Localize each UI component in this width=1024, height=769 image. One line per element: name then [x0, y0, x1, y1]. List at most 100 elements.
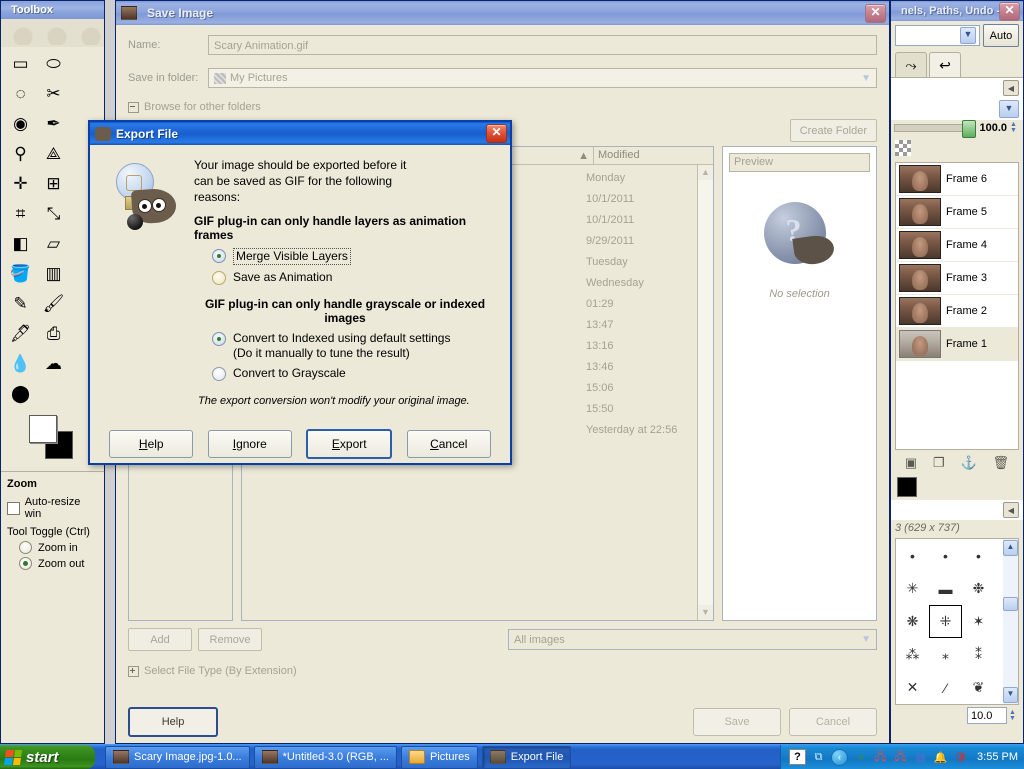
move-icon[interactable]: ✛: [4, 169, 37, 199]
measure-icon[interactable]: ⟁: [37, 139, 70, 169]
convert-to-grayscale-option[interactable]: Convert to Grayscale: [212, 366, 496, 381]
layer-row[interactable]: Frame 3: [896, 262, 1018, 295]
pencil-icon[interactable]: ✎: [4, 289, 37, 319]
brush-cell[interactable]: ❦: [962, 671, 995, 704]
blur-icon[interactable]: 💧: [4, 349, 37, 379]
ellipse-select-icon[interactable]: ⬭: [37, 49, 70, 79]
start-button[interactable]: start: [0, 745, 95, 769]
scroll-down-icon[interactable]: ▼: [698, 605, 713, 620]
security-alert-icon[interactable]: 🔔: [933, 750, 948, 764]
updates-icon[interactable]: ⧉: [811, 750, 826, 764]
chevron-left-icon[interactable]: ‹: [831, 748, 849, 766]
export-ignore-button[interactable]: Ignore: [207, 430, 292, 458]
export-export-button[interactable]: Export: [306, 429, 393, 459]
slider-knob[interactable]: [962, 120, 977, 138]
color-picker-icon[interactable]: ⚲: [4, 139, 37, 169]
brush-cell[interactable]: ❉: [962, 572, 995, 605]
foreground-color-swatch[interactable]: [29, 415, 57, 443]
file-list-scrollbar[interactable]: ▲ ▼: [697, 165, 713, 620]
brushes-scrollbar[interactable]: ▲ ▼: [1003, 539, 1018, 704]
brush-color-swatch[interactable]: [897, 477, 917, 497]
scroll-track[interactable]: [698, 180, 713, 605]
crop-icon[interactable]: ⌗: [4, 199, 37, 229]
brush-cell[interactable]: ⁜: [929, 605, 962, 638]
brushes-grid[interactable]: • • • ✳ ▬ ❉ ❋ ⁜ ✶ ⁂ ⁎ ⁑ ✕ ⁄ ❦: [896, 539, 1003, 704]
help-icon[interactable]: ?: [789, 749, 807, 765]
delete-layer-icon[interactable]: 🗑: [993, 455, 1010, 471]
network-icon[interactable]: 🖧: [873, 750, 888, 764]
taskbar-task-button[interactable]: *Untitled-3.0 (RGB, ...: [253, 745, 397, 769]
brush-cell[interactable]: ✕: [896, 671, 929, 704]
opacity-spinner[interactable]: ▲ ▼: [1010, 121, 1020, 134]
anchor-layer-icon[interactable]: ⚓: [961, 455, 977, 471]
scroll-up-icon[interactable]: ▲: [698, 165, 713, 180]
folder-combobox[interactable]: My Pictures ▼: [208, 68, 877, 88]
export-help-button[interactable]: Help: [109, 430, 194, 458]
brush-cell[interactable]: ⁎: [929, 638, 962, 671]
brush-cell[interactable]: ✶: [962, 605, 995, 638]
brush-size-spinner[interactable]: ▲ ▼: [1009, 709, 1019, 722]
convert-to-indexed-radio[interactable]: [212, 332, 226, 346]
export-dialog-close-button[interactable]: ✕: [486, 124, 507, 143]
brush-cell[interactable]: ✳: [896, 572, 929, 605]
taskbar-task-button[interactable]: Pictures: [400, 745, 478, 769]
scroll-down-icon[interactable]: ▼: [1003, 687, 1018, 703]
rotate-icon[interactable]: ⤡: [37, 199, 70, 229]
auto-resize-row[interactable]: Auto-resize win: [7, 496, 98, 520]
select-file-type-expander[interactable]: Select File Type (By Extension): [128, 665, 877, 677]
brush-cell[interactable]: ⁄: [929, 671, 962, 704]
zoom-in-radio-row[interactable]: Zoom in: [19, 541, 98, 554]
layer-row[interactable]: Frame 5: [896, 196, 1018, 229]
bucket-fill-icon[interactable]: 🪣: [4, 259, 37, 289]
blend-icon[interactable]: ▥: [37, 259, 70, 289]
tab-undo[interactable]: ↩: [929, 52, 961, 77]
image-combobox[interactable]: ▼: [895, 25, 980, 46]
brushes-menu-icon[interactable]: ◀: [1003, 502, 1019, 518]
merge-visible-layers-option[interactable]: Merge Visible Layers: [212, 248, 496, 265]
rect-select-icon[interactable]: ▭: [4, 49, 37, 79]
clone-icon[interactable]: ⎙: [37, 319, 70, 349]
smudge-icon[interactable]: ☁: [37, 349, 70, 379]
airbrush-icon[interactable]: 🖌: [37, 289, 70, 319]
layer-row[interactable]: Frame 4: [896, 229, 1018, 262]
ink-icon[interactable]: 🖋: [4, 319, 37, 349]
taskbar-task-button[interactable]: Scary Image.jpg-1.0...: [105, 745, 250, 769]
auto-button[interactable]: Auto: [983, 24, 1019, 47]
lock-alpha-icon[interactable]: [895, 140, 911, 156]
shield-icon[interactable]: 🛡: [953, 750, 968, 764]
scroll-thumb[interactable]: [1003, 597, 1018, 611]
convert-to-grayscale-radio[interactable]: [212, 367, 226, 381]
save-dialog-titlebar[interactable]: Save Image ✕: [116, 1, 889, 25]
save-as-animation-radio[interactable]: [212, 271, 226, 285]
layers-list[interactable]: Frame 6 Frame 5 Frame 4 Frame 3 Frame 2 Frame…: [895, 162, 1019, 450]
zoom-out-radio[interactable]: [19, 557, 32, 570]
display-icon[interactable]: ▦: [913, 750, 928, 764]
layer-row[interactable]: Frame 2: [896, 295, 1018, 328]
shear-icon[interactable]: ▱: [37, 229, 70, 259]
brush-cell[interactable]: •: [929, 539, 962, 572]
zoom-out-radio-row[interactable]: Zoom out: [19, 557, 98, 570]
zoom-in-radio[interactable]: [19, 541, 32, 554]
export-cancel-button[interactable]: Cancel: [406, 430, 491, 458]
auto-resize-checkbox[interactable]: [7, 501, 20, 515]
save-as-animation-option[interactable]: Save as Animation: [212, 270, 496, 285]
brush-cell[interactable]: •: [896, 539, 929, 572]
file-filter-combobox[interactable]: All images ▼: [508, 629, 877, 650]
convert-to-indexed-option[interactable]: Convert to Indexed using default setting…: [212, 331, 496, 361]
remove-button[interactable]: Remove: [198, 628, 262, 651]
add-button[interactable]: Add: [128, 628, 192, 651]
brush-cell[interactable]: •: [962, 539, 995, 572]
tab-paths[interactable]: ⤳: [895, 52, 927, 77]
dock-titlebar[interactable]: nels, Paths, Undo -... ✕: [891, 1, 1023, 21]
panel-menu-icon[interactable]: ◀: [1003, 80, 1019, 96]
export-dialog-titlebar[interactable]: Export File ✕: [90, 122, 510, 145]
duplicate-layer-icon[interactable]: ❐: [933, 455, 945, 471]
network2-icon[interactable]: 🖧: [893, 750, 908, 764]
merge-visible-layers-radio[interactable]: [212, 249, 226, 263]
new-layer-icon[interactable]: ▣: [905, 455, 917, 471]
scale-icon[interactable]: ◧: [4, 229, 37, 259]
taskbar-task-button[interactable]: Export File: [481, 745, 572, 769]
save-button[interactable]: Save: [693, 708, 781, 736]
layer-row[interactable]: Frame 1: [896, 328, 1018, 361]
opacity-slider[interactable]: [894, 120, 977, 138]
